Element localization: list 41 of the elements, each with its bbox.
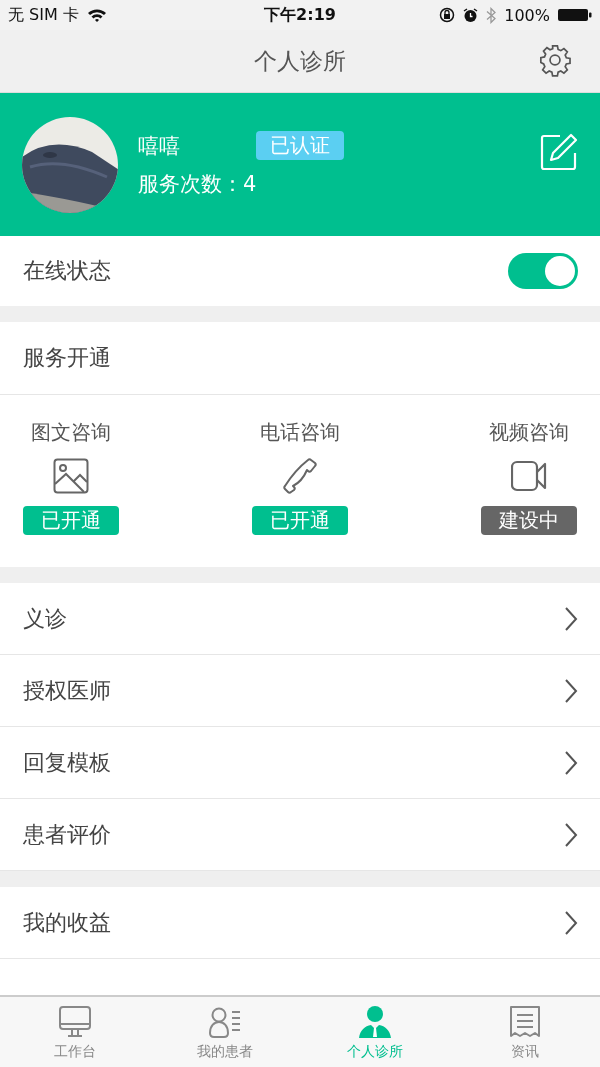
service-status-badge: 建设中: [481, 506, 577, 535]
alarm-icon: [463, 7, 479, 23]
menu-item[interactable]: 授权医师: [0, 655, 600, 727]
menu-item[interactable]: 回复模板: [0, 727, 600, 799]
chevron-icon: [564, 677, 578, 704]
page-title: 个人诊所: [254, 46, 346, 76]
chevron-icon: [564, 605, 578, 632]
rotation-lock-icon: [439, 7, 456, 23]
clock-text: 下午2:19: [264, 4, 336, 26]
tab[interactable]: 工作台: [0, 997, 150, 1067]
person-icon: [358, 1004, 392, 1039]
service-label: 电话咨询: [260, 419, 340, 446]
edit-icon[interactable]: [540, 133, 578, 171]
settings-icon[interactable]: [538, 43, 572, 77]
service-label: 图文咨询: [31, 419, 111, 446]
menu-item[interactable]: 义诊: [0, 583, 600, 655]
chevron-icon: [564, 749, 578, 776]
chevron-icon: [564, 909, 578, 936]
receipt-icon: [508, 1004, 542, 1039]
battery-icon: [558, 8, 592, 22]
tab[interactable]: 资讯: [450, 997, 600, 1067]
carrier-text: 无 SIM 卡: [8, 4, 79, 26]
wifi-icon: [86, 7, 107, 23]
service-count: 服务次数：4: [138, 171, 258, 198]
bluetooth-icon: [486, 6, 497, 24]
chevron-icon: [564, 821, 578, 848]
section-title: 服务开通: [23, 344, 111, 372]
doctor-name: 嘻嘻: [138, 132, 180, 160]
service-status-badge: 已开通: [23, 506, 119, 535]
battery-text: 100%: [504, 5, 550, 25]
monitor-icon: [58, 1004, 92, 1039]
service-status-badge: 已开通: [252, 506, 348, 535]
video-camera-icon: [511, 458, 547, 494]
image-icon: [53, 458, 89, 494]
menu-item[interactable]: 我的收益: [0, 887, 600, 959]
online-toggle[interactable]: [508, 253, 578, 289]
phone-icon: [282, 458, 318, 494]
online-status-label: 在线状态: [23, 257, 111, 285]
service-label: 视频咨询: [489, 419, 569, 446]
verified-badge: 已认证: [256, 131, 344, 160]
menu-item[interactable]: 患者评价: [0, 799, 600, 871]
